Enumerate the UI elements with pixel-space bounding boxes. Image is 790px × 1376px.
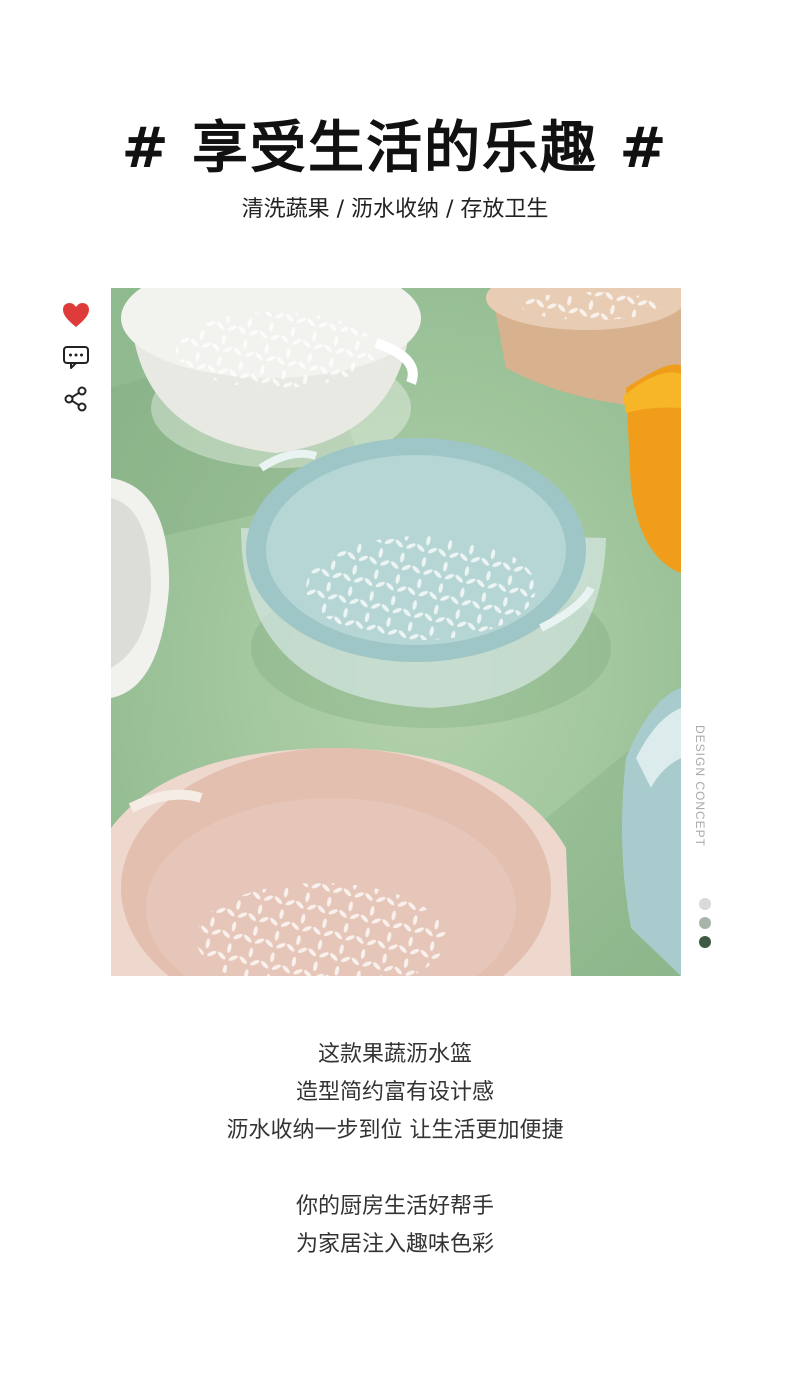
- page-subheading: 清洗蔬果 / 沥水收纳 / 存放卫生: [241, 197, 549, 222]
- heart-icon[interactable]: [60, 300, 92, 330]
- side-action-bar: [60, 300, 92, 426]
- comment-icon[interactable]: [60, 342, 92, 372]
- share-icon[interactable]: [60, 384, 92, 414]
- carousel-pager: [699, 898, 713, 955]
- description-line: 沥水收纳一步到位 让生活更加便捷: [226, 1118, 564, 1143]
- description-line: 这款果蔬沥水篮: [317, 1042, 472, 1067]
- description-line: 造型简约富有设计感: [295, 1080, 494, 1105]
- pager-dot-active[interactable]: [699, 936, 711, 948]
- product-description: 这款果蔬沥水篮 造型简约富有设计感 沥水收纳一步到位 让生活更加便捷 你的厨房生…: [0, 1036, 790, 1264]
- pager-dot[interactable]: [699, 898, 711, 910]
- product-photo: [111, 288, 681, 976]
- description-line: 为家居注入趣味色彩: [295, 1232, 494, 1257]
- page-headline: # 享受生活的乐趣 #: [121, 116, 669, 181]
- pager-dot[interactable]: [699, 917, 711, 929]
- design-concept-label: DESIGN CONCEPT: [693, 725, 707, 848]
- description-line: 你的厨房生活好帮手: [295, 1194, 494, 1219]
